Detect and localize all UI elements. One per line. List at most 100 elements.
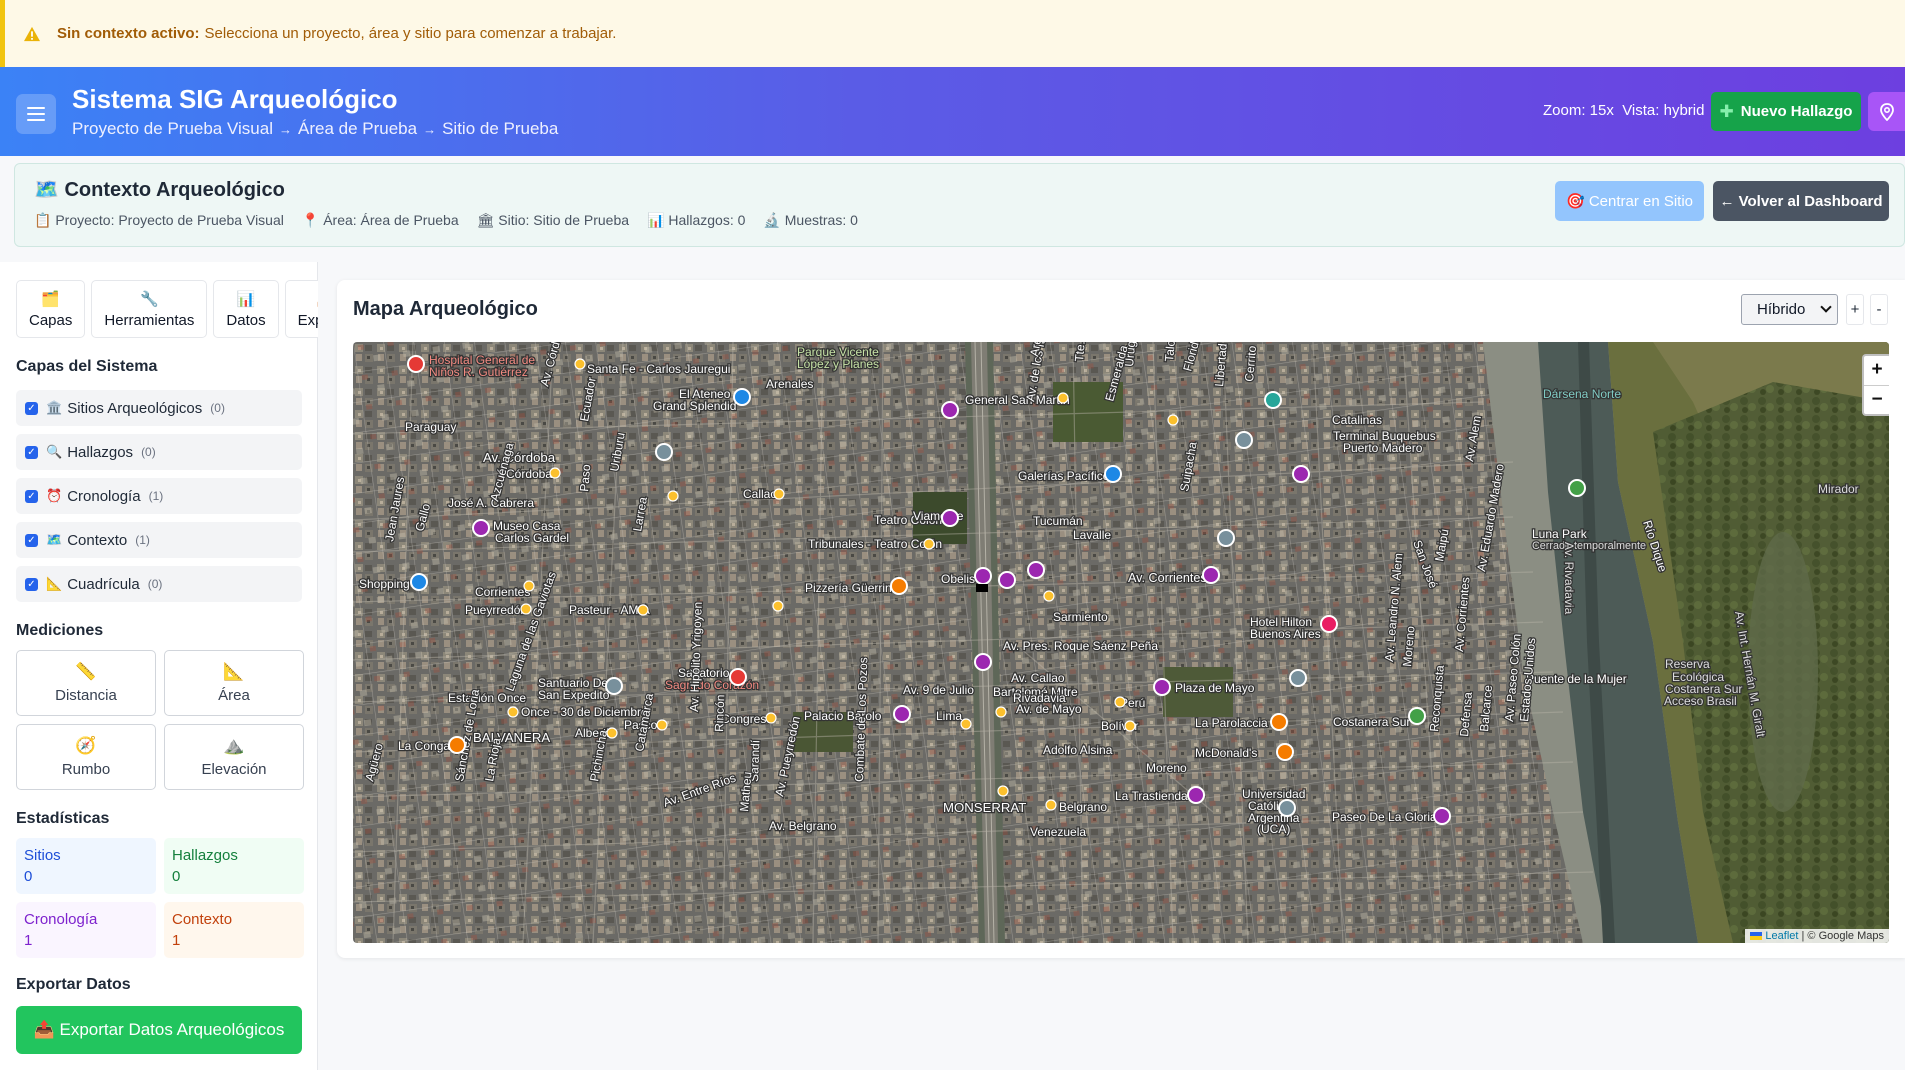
no-context-alert: Sin contexto activo: Selecciona un proye… <box>0 0 1905 67</box>
location-button[interactable] <box>1868 92 1905 131</box>
subway-station-icon[interactable] <box>1045 799 1057 811</box>
subway-station-icon[interactable] <box>997 785 1009 797</box>
monument-icon[interactable] <box>1153 678 1171 696</box>
location-icon[interactable] <box>1235 431 1253 449</box>
school-icon[interactable] <box>655 443 673 461</box>
map-label: Puerto Madero <box>1343 441 1423 455</box>
leaflet-link[interactable]: Leaflet <box>1765 930 1798 942</box>
subway-station-icon[interactable] <box>960 718 972 730</box>
layer-contexto[interactable]: ✓ 🗺️ Contexto (1) <box>16 522 302 558</box>
music-icon[interactable] <box>1187 786 1205 804</box>
monument-icon[interactable] <box>893 705 911 723</box>
export-data-button[interactable]: 📤 Exportar Datos Arqueológicos <box>16 1006 302 1054</box>
camera-icon[interactable] <box>998 571 1016 589</box>
zoom-in-button[interactable]: + <box>1846 294 1864 325</box>
viewpoint-icon[interactable] <box>1568 479 1586 497</box>
subway-station-icon[interactable] <box>1057 392 1069 404</box>
subway-station-icon[interactable] <box>507 706 519 718</box>
subway-station-icon[interactable] <box>1167 414 1179 426</box>
restaurant-icon[interactable] <box>1270 713 1288 731</box>
tab-datos[interactable]: 📊 Datos <box>213 280 279 338</box>
checkbox[interactable]: ✓ <box>25 533 38 547</box>
layer-hallazgos[interactable]: ✓ 🔍 Hallazgos (0) <box>16 434 302 470</box>
subway-station-icon[interactable] <box>637 604 649 616</box>
menu-toggle-button[interactable] <box>16 94 56 134</box>
subway-station-icon[interactable] <box>773 488 785 500</box>
tab-herramientas[interactable]: 🔧 Herramientas <box>91 280 208 338</box>
theater-icon[interactable] <box>941 509 959 527</box>
new-finding-button[interactable]: ✚ Nuevo Hallazgo <box>1711 92 1861 131</box>
ruler-icon: 📏 <box>75 662 97 681</box>
site-marker[interactable] <box>976 584 988 592</box>
subway-station-icon[interactable] <box>520 603 532 615</box>
church-icon[interactable] <box>605 677 623 695</box>
camera-icon[interactable] <box>1027 561 1045 579</box>
tab-exportar[interactable]: 📤Exportar <box>284 280 318 338</box>
measure-distance-button[interactable]: 📏 Distancia <box>16 650 156 716</box>
shopping-icon[interactable] <box>1104 465 1122 483</box>
subway-station-icon[interactable] <box>606 727 618 739</box>
tab-capas[interactable]: 🗂️ Capas <box>16 280 86 338</box>
camera-icon[interactable] <box>941 401 959 419</box>
subway-station-icon[interactable] <box>765 712 777 724</box>
museum-icon[interactable] <box>1202 566 1220 584</box>
leaflet-zoom-in-button[interactable]: + <box>1864 356 1889 386</box>
subway-station-icon[interactable] <box>549 467 561 479</box>
subway-station-icon[interactable] <box>574 358 586 370</box>
subway-station-icon[interactable] <box>772 600 784 612</box>
layer-cronologia[interactable]: ✓ ⏰ Cronología (1) <box>16 478 302 514</box>
subway-station-icon[interactable] <box>1124 720 1136 732</box>
map-label: Rincón <box>712 694 727 732</box>
monument-icon[interactable] <box>974 567 992 585</box>
layer-cuadricula[interactable]: ✓ 📐 Cuadrícula (0) <box>16 566 302 602</box>
hospital-icon[interactable] <box>407 355 425 373</box>
subway-station-icon[interactable] <box>523 580 535 592</box>
subway-station-icon[interactable] <box>656 719 668 731</box>
stadium-icon[interactable] <box>1217 529 1235 547</box>
map-label: Reserva <box>1665 657 1710 671</box>
restaurant-icon[interactable] <box>890 577 908 595</box>
flag-icon <box>1750 932 1763 941</box>
hotel-icon[interactable] <box>1320 615 1338 633</box>
context-project: 📋 Proyecto: Proyecto de Prueba Visual <box>34 212 284 228</box>
zoom-out-button[interactable]: - <box>1870 294 1888 325</box>
layer-sitios[interactable]: ✓ 🏛️ Sitios Arqueológicos (0) <box>16 390 302 426</box>
center-site-button[interactable]: 🎯 Centrar en Sitio <box>1555 181 1704 221</box>
map-label: Córdoba <box>506 467 552 481</box>
subway-station-icon[interactable] <box>1114 696 1126 708</box>
checkbox[interactable]: ✓ <box>25 445 38 459</box>
measure-area-button[interactable]: 📐 Área <box>164 650 304 716</box>
breadcrumb-site[interactable]: Sitio de Prueba <box>442 119 558 138</box>
measure-bearing-button[interactable]: 🧭 Rumbo <box>16 724 156 790</box>
monument-icon[interactable] <box>974 653 992 671</box>
restaurant-icon[interactable] <box>1276 743 1294 761</box>
shopping-icon[interactable] <box>410 573 428 591</box>
museum-icon[interactable] <box>472 519 490 537</box>
map-view-select[interactable]: Híbrido <box>1741 294 1838 325</box>
bridge-icon[interactable] <box>1289 669 1307 687</box>
checkbox[interactable]: ✓ <box>25 489 38 503</box>
measure-elevation-button[interactable]: ⛰️ Elevación <box>164 724 304 790</box>
school-icon[interactable] <box>1278 799 1296 817</box>
map-label: Carlos Gardel <box>495 531 569 545</box>
checkbox[interactable]: ✓ <box>25 401 38 415</box>
museum-icon[interactable] <box>1292 465 1310 483</box>
back-dashboard-button[interactable]: ← Volver al Dashboard <box>1713 181 1889 221</box>
breadcrumb-area[interactable]: Área de Prueba <box>298 119 417 138</box>
subway-station-icon[interactable] <box>667 490 679 502</box>
satellite-map[interactable]: Hospital General deNiños R. Gutiérrez San… <box>353 342 1889 943</box>
camera-icon[interactable] <box>1433 807 1451 825</box>
park-icon[interactable] <box>1408 707 1426 725</box>
breadcrumb-project[interactable]: Proyecto de Prueba Visual <box>72 119 273 138</box>
ferry-icon[interactable] <box>1264 391 1282 409</box>
hospital-icon[interactable] <box>729 668 747 686</box>
subway-station-icon[interactable] <box>1043 590 1055 602</box>
map-canvas[interactable]: Hospital General de Niños R. Gutiérrez San… <box>353 342 1889 943</box>
restaurant-icon[interactable] <box>448 736 466 754</box>
hamburger-icon <box>27 107 45 109</box>
checkbox[interactable]: ✓ <box>25 577 38 591</box>
leaflet-zoom-out-button[interactable]: − <box>1864 386 1889 415</box>
subway-station-icon[interactable] <box>923 538 935 550</box>
subway-station-icon[interactable] <box>995 706 1007 718</box>
shopping-icon[interactable] <box>733 388 751 406</box>
